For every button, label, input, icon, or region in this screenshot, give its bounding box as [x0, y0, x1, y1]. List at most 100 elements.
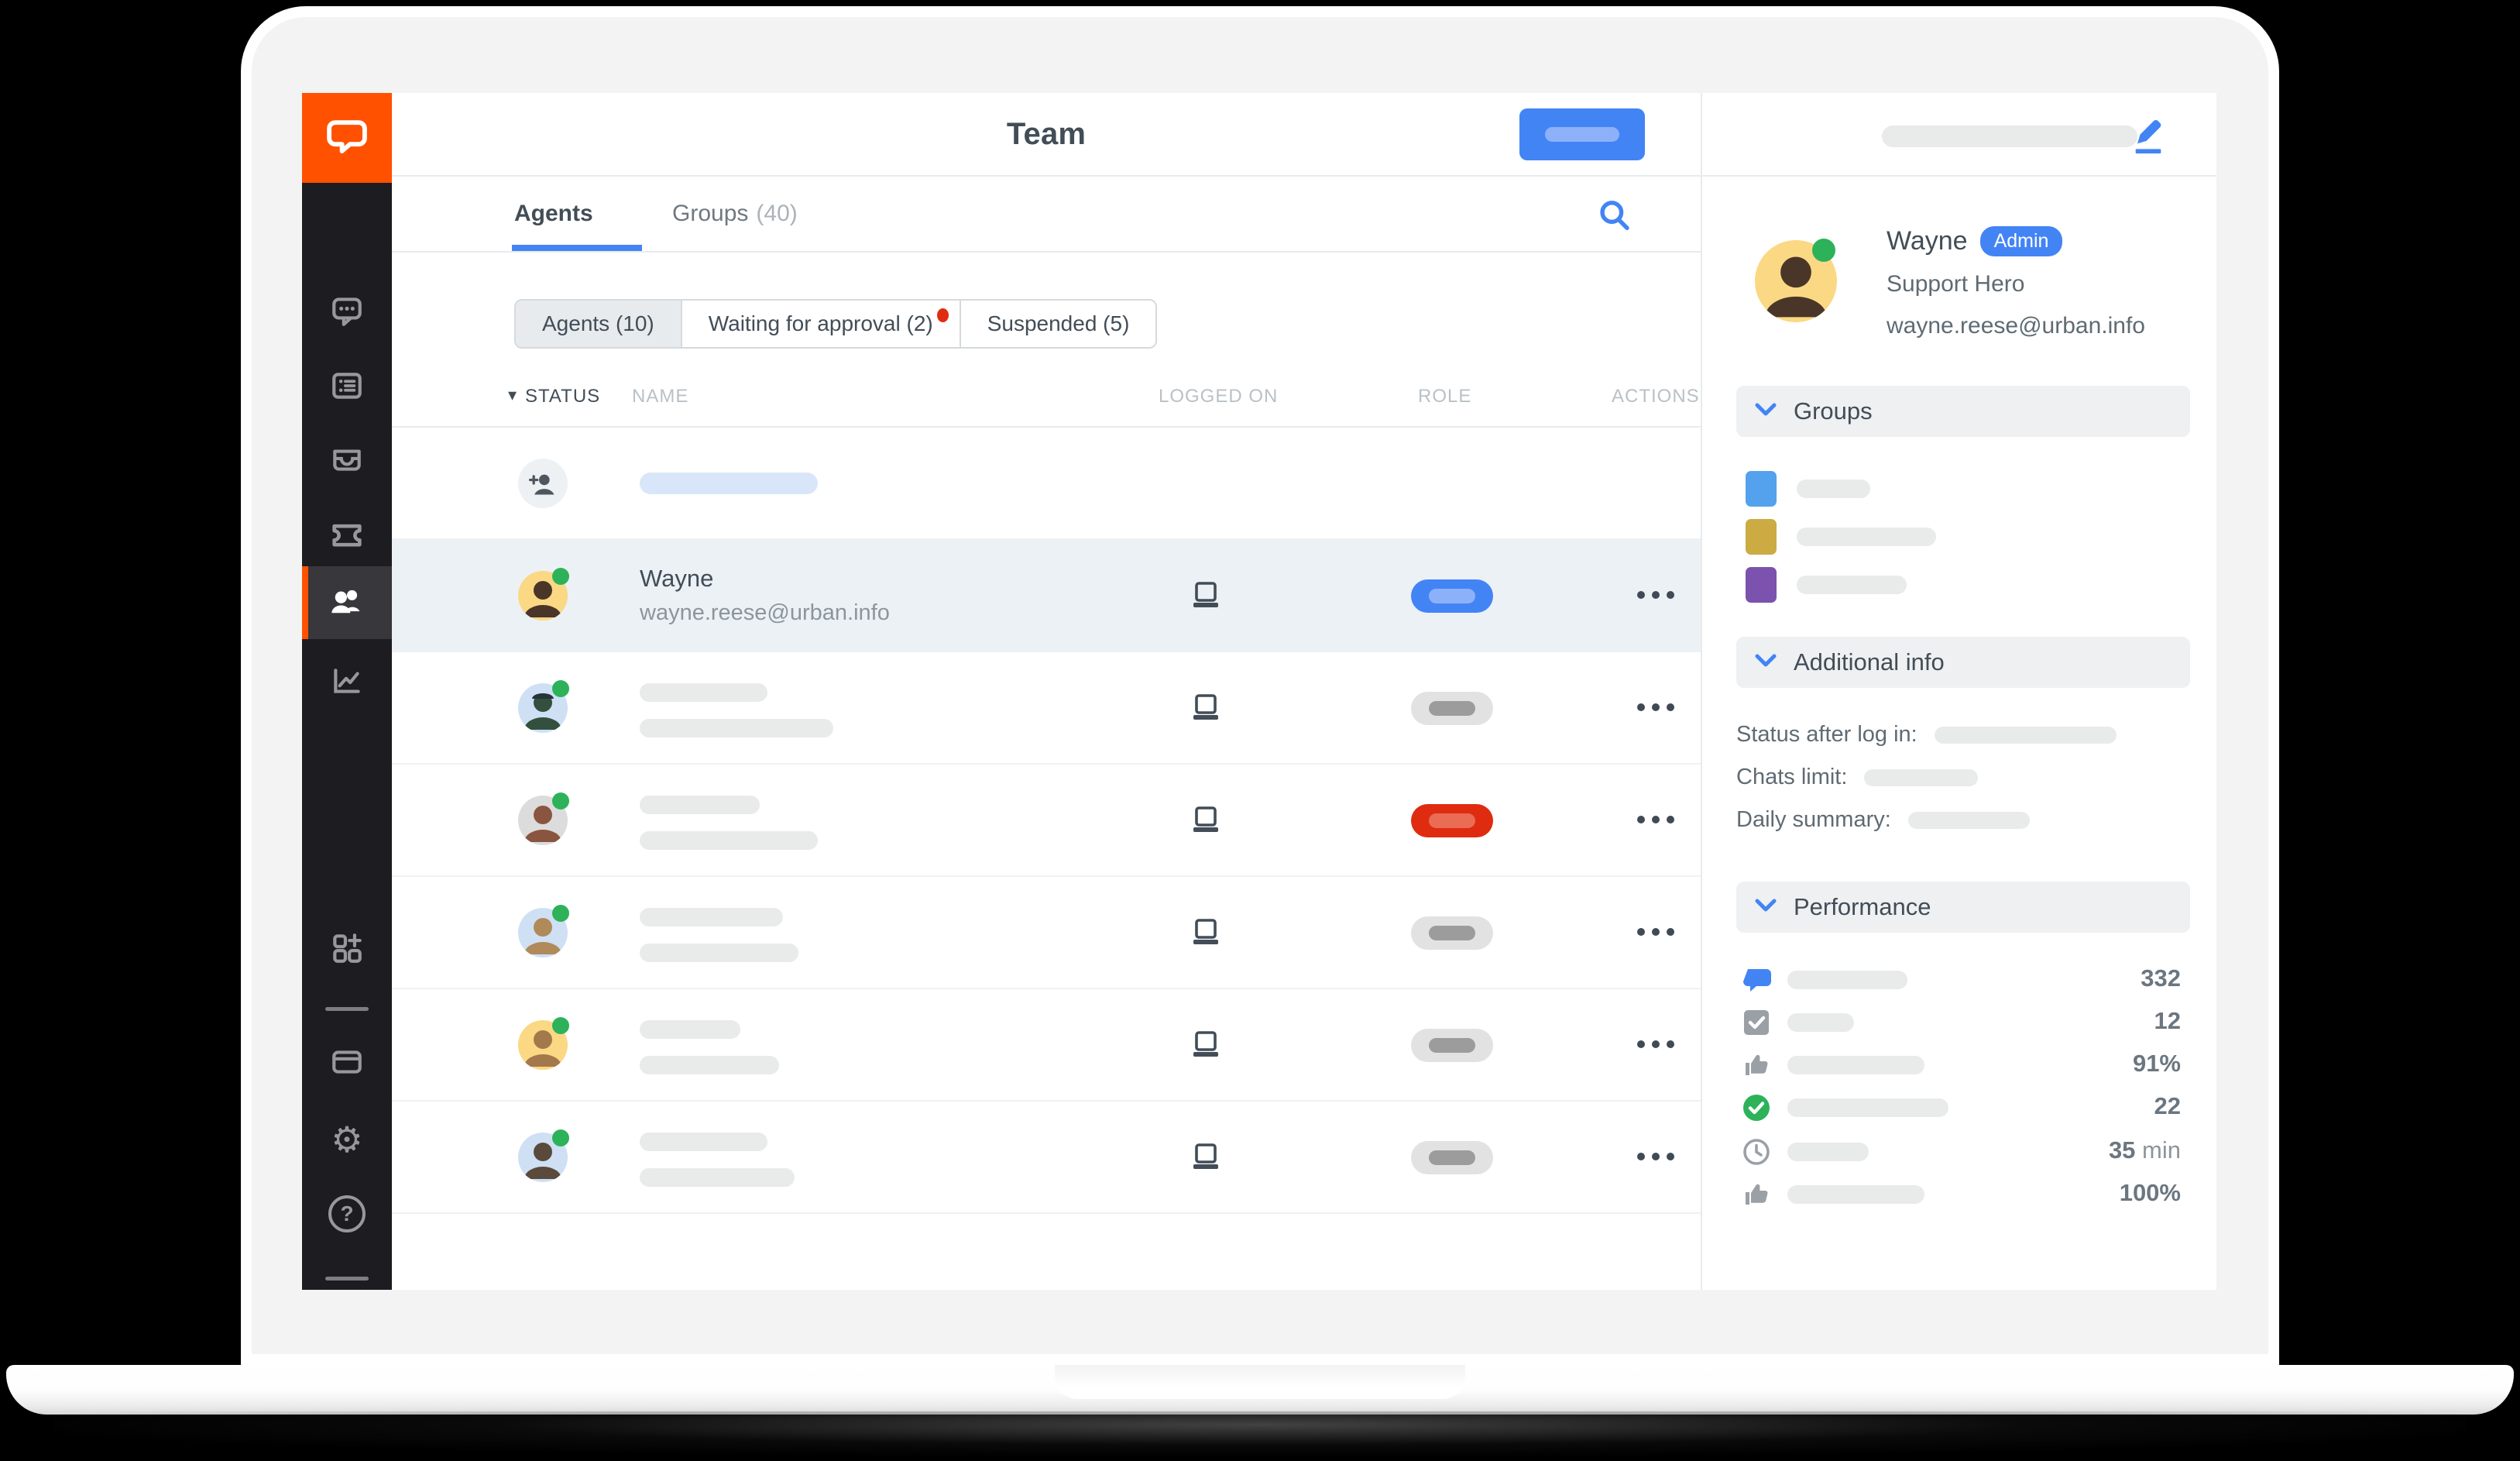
add-agent-label-placeholder [640, 473, 818, 494]
team-main: Team Agents Groups (40) Agents (10) Wait… [392, 93, 1701, 1290]
group-name-placeholder [1797, 528, 1936, 546]
laptop-shadow [54, 1411, 2466, 1456]
tab-agents[interactable]: Agents [514, 177, 593, 251]
agent-row[interactable] [392, 765, 1701, 877]
laptop-lid-notch [1055, 1365, 1465, 1399]
column-logged-on: LOGGED ON [1159, 386, 1279, 407]
sidebar-item-chats[interactable] [302, 275, 392, 348]
sidebar-item-reports[interactable] [302, 647, 392, 720]
field-label: Status after log in: [1736, 722, 1917, 747]
agent-name: Wayne [640, 565, 714, 592]
laptop-base [6, 1365, 2514, 1415]
avatar [518, 680, 569, 733]
info-field: Daily summary: [1736, 807, 2030, 833]
metric-label-placeholder [1787, 1013, 1854, 1032]
agent-row[interactable] [392, 652, 1701, 765]
section-title: Additional info [1794, 648, 1945, 675]
info-field: Status after log in: [1736, 722, 2117, 748]
metric-value: 12 [2154, 1007, 2181, 1034]
row-actions-menu[interactable] [1637, 928, 1674, 936]
tab-groups[interactable]: Groups (40) [672, 177, 798, 251]
agent-email-placeholder [640, 944, 798, 962]
agent-email: wayne.reese@urban.info [640, 600, 890, 625]
sidebar-item-tickets[interactable] [302, 499, 392, 572]
filter-suspended[interactable]: Suspended (5) [959, 301, 1156, 347]
column-name: NAME [632, 386, 689, 407]
agent-details-panel: Wayne Admin Support Hero wayne.reese@urb… [1701, 93, 2216, 1290]
chats-icon [1739, 963, 1773, 1001]
avatar [518, 905, 569, 957]
sidebar-item-inbox[interactable] [302, 425, 392, 497]
edit-pencil-icon [2127, 120, 2170, 160]
chevron-down-icon [1755, 654, 1777, 672]
group-name-placeholder [1797, 480, 1870, 498]
field-value-placeholder [1934, 726, 2117, 744]
online-status-dot [552, 1129, 569, 1146]
row-actions-menu[interactable] [1637, 816, 1674, 823]
group-color-swatch [1746, 471, 1777, 507]
panel-header [1702, 93, 2216, 177]
sidebar-item-billing[interactable] [302, 1027, 392, 1100]
agent-row-wayne[interactable]: Wayne wayne.reese@urban.info [392, 540, 1701, 652]
chats-icon [329, 292, 365, 332]
logged-on-laptop-icon [1190, 1030, 1222, 1064]
row-actions-menu[interactable] [1637, 1040, 1674, 1048]
agent-row[interactable] [392, 1102, 1701, 1214]
thumb-up-icon [1739, 1177, 1773, 1215]
metric-row: 91% [1739, 1048, 2181, 1082]
sidebar-item-apps[interactable] [302, 913, 392, 986]
agent-email-placeholder [640, 831, 818, 850]
metric-label-placeholder [1787, 1185, 1924, 1204]
sidebar-item-archives[interactable] [302, 351, 392, 424]
avatar [518, 792, 569, 845]
search-button[interactable] [1594, 195, 1636, 237]
online-status-dot [1812, 239, 1835, 262]
metric-row: 22 [1739, 1091, 2181, 1125]
metric-value: 35 min [2108, 1136, 2181, 1164]
groups-section-header[interactable]: Groups [1736, 386, 2190, 437]
row-actions-menu[interactable] [1637, 591, 1674, 599]
sidebar-item-settings[interactable]: ⚙ [302, 1103, 392, 1176]
online-status-dot [552, 568, 569, 585]
role-pill [1411, 692, 1493, 725]
agent-name-placeholder [640, 796, 760, 814]
column-status[interactable]: ▾ STATUS [508, 385, 600, 407]
logged-on-laptop-icon [1190, 917, 1222, 952]
sidebar-item-team[interactable] [302, 566, 392, 639]
agent-filters: Agents (10) Waiting for approval (2) Sus… [514, 299, 1158, 349]
agent-list: Wayne wayne.reese@urban.info [392, 428, 1701, 1214]
sidebar-item-help[interactable]: ? [302, 1177, 392, 1250]
metric-row: 12 [1739, 1006, 2181, 1040]
livechat-logo[interactable] [302, 93, 392, 183]
agent-row[interactable] [392, 989, 1701, 1102]
agent-name-placeholder [640, 908, 783, 926]
agent-email-placeholder [640, 1056, 779, 1074]
metric-label-placeholder [1787, 971, 1907, 989]
row-actions-menu[interactable] [1637, 1153, 1674, 1160]
agent-email-placeholder [640, 1168, 795, 1187]
field-value-placeholder [1907, 811, 2030, 829]
resolved-check-icon [1739, 1091, 1773, 1129]
thumb-up-icon [1739, 1048, 1773, 1086]
metric-value: 332 [2141, 964, 2181, 992]
active-tab-indicator [512, 245, 642, 251]
profile-avatar [1755, 239, 1837, 322]
chevron-down-icon [1755, 899, 1777, 916]
profile-name: Wayne [1887, 226, 1968, 256]
agent-row[interactable] [392, 877, 1701, 989]
section-title: Groups [1794, 397, 1873, 425]
row-actions-menu[interactable] [1637, 703, 1674, 711]
additional-info-section-header[interactable]: Additional info [1736, 637, 2190, 688]
invite-agents-button[interactable] [1519, 108, 1645, 160]
edit-agent-button[interactable] [2127, 115, 2170, 158]
logged-on-laptop-icon [1190, 1142, 1222, 1177]
filter-agents[interactable]: Agents (10) [516, 301, 681, 347]
performance-section-header[interactable]: Performance [1736, 882, 2190, 933]
notification-dot [936, 308, 949, 322]
logged-on-laptop-icon [1190, 580, 1222, 615]
filter-waiting-for-approval[interactable]: Waiting for approval (2) [680, 301, 960, 347]
metric-label-placeholder [1787, 1098, 1948, 1117]
panel-title-placeholder [1882, 125, 2137, 147]
avatar [518, 568, 569, 620]
add-agent-row[interactable] [392, 428, 1701, 540]
